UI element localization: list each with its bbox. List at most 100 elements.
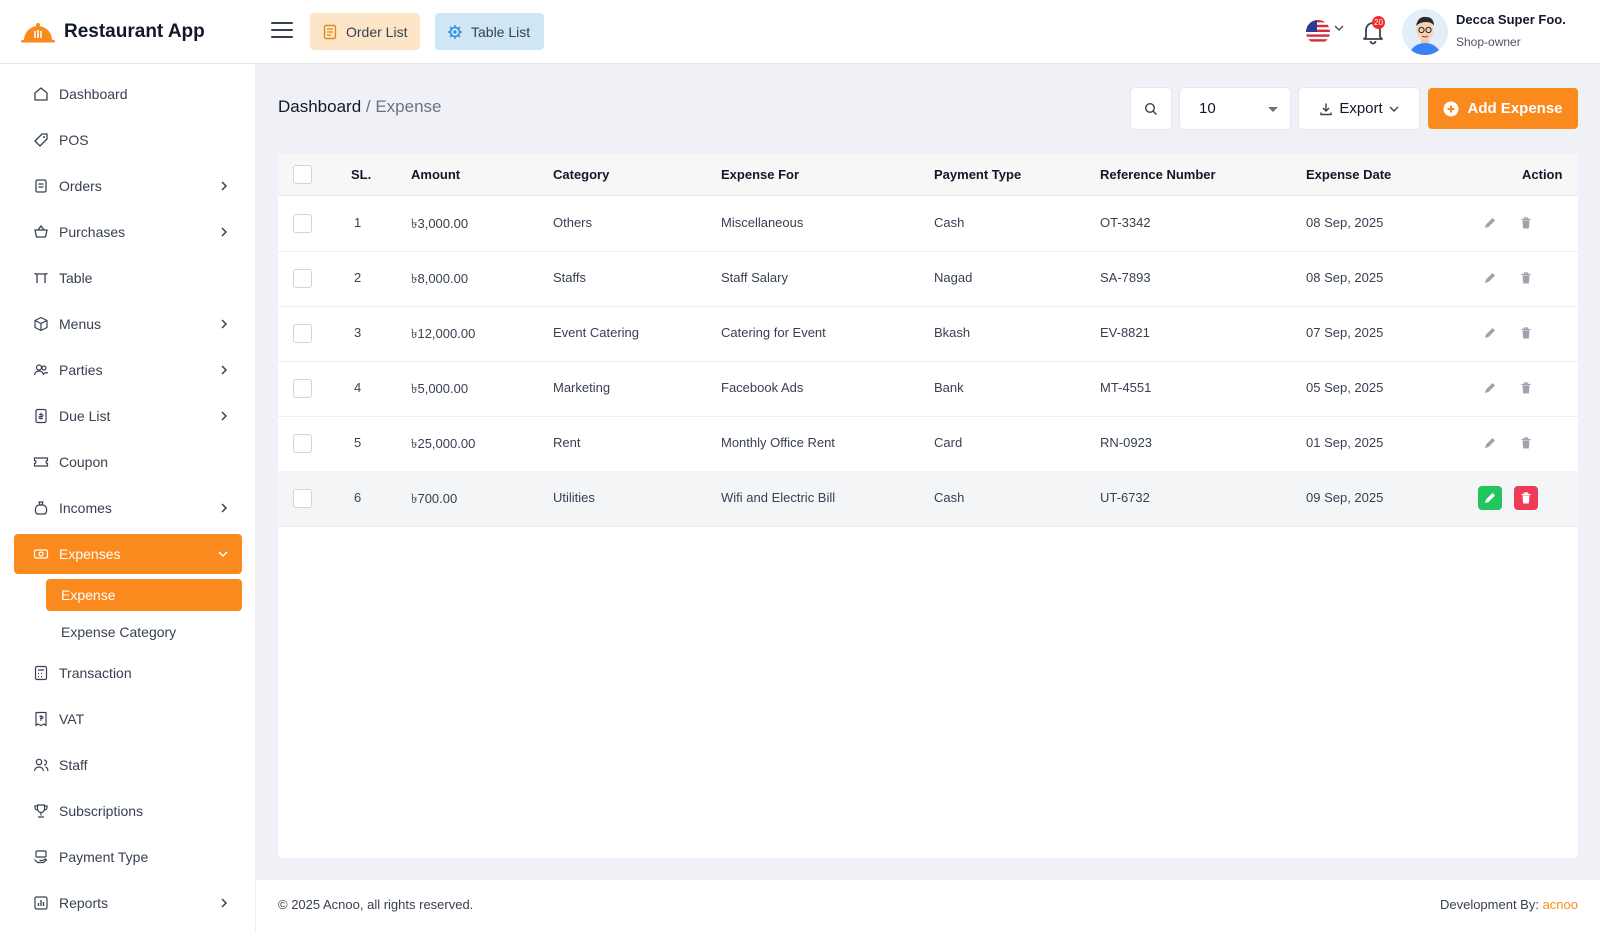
sidebar-item-label: Orders bbox=[59, 178, 102, 194]
cell-date: 08 Sep, 2025 bbox=[1306, 270, 1384, 285]
row-checkbox[interactable] bbox=[293, 269, 312, 288]
menu-toggle-button[interactable] bbox=[271, 20, 293, 40]
cell-expense-for: Miscellaneous bbox=[721, 215, 804, 230]
sidebar-item-orders[interactable]: Orders bbox=[14, 166, 242, 206]
chevron-down-icon[interactable] bbox=[1334, 24, 1344, 32]
sidebar-item-staff[interactable]: Staff bbox=[14, 745, 242, 785]
cell-reference: SA-7893 bbox=[1100, 270, 1151, 285]
sidebar-item-parties[interactable]: Parties bbox=[14, 350, 242, 390]
receipt-icon bbox=[323, 24, 337, 39]
order-list-button[interactable]: Order List bbox=[310, 13, 420, 50]
chevron-right-icon bbox=[221, 503, 228, 513]
sidebar-item-label: Menus bbox=[59, 316, 102, 332]
cell-expense-for: Monthly Office Rent bbox=[721, 435, 835, 450]
tag-icon bbox=[34, 133, 48, 147]
sidebar-item-table[interactable]: Table bbox=[14, 258, 242, 298]
table-list-button[interactable]: Table List bbox=[435, 13, 544, 50]
cell-date: 05 Sep, 2025 bbox=[1306, 380, 1384, 395]
sidebar-item-coupon[interactable]: Coupon bbox=[14, 442, 242, 482]
sidebar-item-transaction[interactable]: Transaction bbox=[14, 653, 242, 693]
delete-button[interactable] bbox=[1514, 486, 1538, 510]
sidebar-subitem-expense[interactable]: Expense bbox=[46, 579, 242, 611]
footer-copyright: © 2025 Acnoo, all rights reserved. bbox=[278, 897, 474, 912]
delete-button[interactable] bbox=[1514, 431, 1538, 455]
cell-date: 09 Sep, 2025 bbox=[1306, 490, 1384, 505]
cell-payment-type: Cash bbox=[934, 490, 965, 505]
edit-button[interactable] bbox=[1478, 376, 1502, 400]
cell-category: Rent bbox=[553, 435, 581, 450]
top-header: Restaurant App bbox=[0, 0, 1600, 64]
avatar[interactable] bbox=[1402, 9, 1448, 55]
cell-reference: EV-8821 bbox=[1100, 325, 1150, 340]
row-checkbox[interactable] bbox=[293, 489, 312, 508]
pencil-icon bbox=[1485, 328, 1495, 338]
column-header-reference-number: Reference Number bbox=[1100, 167, 1216, 182]
sidebar-subitem-label: Expense bbox=[61, 587, 116, 603]
sidebar-subitem-expense-category[interactable]: Expense Category bbox=[46, 616, 242, 648]
edit-button[interactable] bbox=[1478, 321, 1502, 345]
brand[interactable]: Restaurant App bbox=[0, 0, 255, 64]
edit-button[interactable] bbox=[1478, 266, 1502, 290]
edit-button[interactable] bbox=[1478, 431, 1502, 455]
delete-button[interactable] bbox=[1514, 321, 1538, 345]
edit-button[interactable] bbox=[1478, 211, 1502, 235]
trophy-icon bbox=[34, 804, 48, 818]
sidebar-item-purchases[interactable]: Purchases bbox=[14, 212, 242, 252]
cell-reference: RN-0923 bbox=[1100, 435, 1153, 450]
sidebar-item-incomes[interactable]: Incomes bbox=[14, 488, 242, 528]
table-row: 5 ৳25,000.00 Rent Monthly Office Rent Ca… bbox=[278, 416, 1578, 472]
breadcrumb-root[interactable]: Dashboard bbox=[278, 97, 361, 116]
cell-reference: OT-3342 bbox=[1100, 215, 1151, 230]
ticket-icon bbox=[33, 457, 49, 467]
cell-sl: 6 bbox=[354, 490, 362, 505]
cell-reference: MT-4551 bbox=[1100, 380, 1152, 395]
user-name[interactable]: Decca Super Foo. bbox=[1456, 12, 1566, 27]
breadcrumb-separator: / bbox=[361, 97, 376, 116]
cell-sl: 5 bbox=[354, 435, 362, 450]
column-header-category: Category bbox=[553, 167, 610, 182]
caret-down-icon bbox=[1268, 107, 1278, 112]
chevron-down-icon bbox=[218, 551, 228, 558]
row-checkbox[interactable] bbox=[293, 379, 312, 398]
table-row: 2 ৳8,000.00 Staffs Staff Salary Nagad SA… bbox=[278, 251, 1578, 307]
search-button[interactable] bbox=[1130, 87, 1172, 130]
sidebar-item-label: Reports bbox=[59, 895, 109, 911]
cell-amount: ৳3,000.00 bbox=[411, 216, 469, 231]
per-page-select[interactable]: 10 bbox=[1179, 87, 1291, 130]
delete-button[interactable] bbox=[1514, 211, 1538, 235]
money-bag-icon bbox=[34, 501, 48, 515]
edit-button[interactable] bbox=[1478, 486, 1502, 510]
export-button[interactable]: Export bbox=[1298, 87, 1420, 130]
sidebar-item-label: Staff bbox=[59, 757, 88, 773]
sidebar-item-reports[interactable]: Reports bbox=[14, 883, 242, 923]
cell-category: Others bbox=[553, 215, 593, 230]
sidebar-item-subscriptions[interactable]: Subscriptions bbox=[14, 791, 242, 831]
add-expense-button[interactable]: Add Expense bbox=[1428, 88, 1578, 129]
table-row: 4 ৳5,000.00 Marketing Facebook Ads Bank … bbox=[278, 361, 1578, 417]
cell-amount: ৳25,000.00 bbox=[411, 436, 476, 451]
sidebar-item-pos[interactable]: POS bbox=[14, 120, 242, 160]
sidebar-item-vat[interactable]: VAT bbox=[14, 699, 242, 739]
footer-credit: Development By: acnoo bbox=[1440, 897, 1578, 912]
sidebar-item-due-list[interactable]: Due List bbox=[14, 396, 242, 436]
cell-amount: ৳700.00 bbox=[411, 491, 458, 506]
row-checkbox[interactable] bbox=[293, 324, 312, 343]
cell-amount: ৳5,000.00 bbox=[411, 381, 469, 396]
footer-dev-link[interactable]: acnoo bbox=[1543, 897, 1578, 912]
row-checkbox[interactable] bbox=[293, 214, 312, 233]
delete-button[interactable] bbox=[1514, 266, 1538, 290]
delete-button[interactable] bbox=[1514, 376, 1538, 400]
cell-reference: UT-6732 bbox=[1100, 490, 1150, 505]
sidebar-item-payment-type[interactable]: Payment Type bbox=[14, 837, 242, 877]
sidebar-item-expenses[interactable]: Expenses bbox=[14, 534, 242, 574]
sidebar-item-label: Subscriptions bbox=[59, 803, 144, 819]
cell-payment-type: Nagad bbox=[934, 270, 973, 285]
sidebar-item-menus[interactable]: Menus bbox=[14, 304, 242, 344]
us-flag-icon[interactable] bbox=[1306, 20, 1330, 44]
select-all-checkbox[interactable] bbox=[293, 165, 312, 184]
users-icon bbox=[33, 364, 49, 376]
row-checkbox[interactable] bbox=[293, 434, 312, 453]
footer-dev-label: Development By: bbox=[1439, 897, 1543, 912]
sidebar-item-label: Dashboard bbox=[59, 86, 128, 102]
sidebar-item-dashboard[interactable]: Dashboard bbox=[14, 74, 242, 114]
